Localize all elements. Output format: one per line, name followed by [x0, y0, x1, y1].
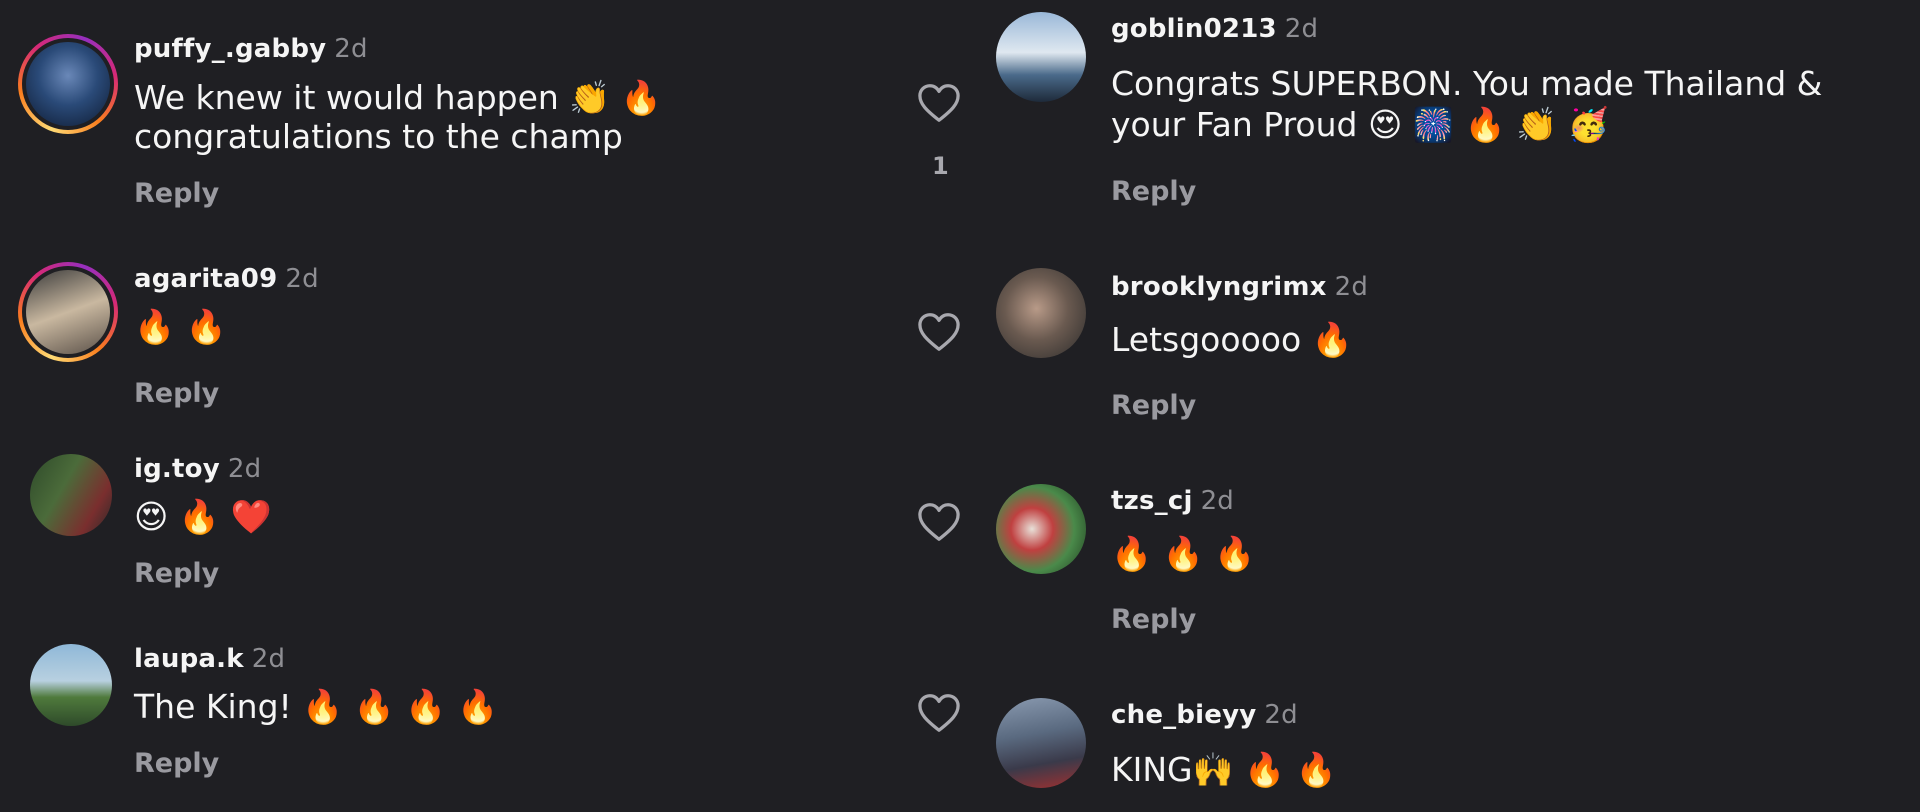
- avatar[interactable]: [26, 270, 110, 354]
- timestamp: 2d: [334, 34, 368, 64]
- username[interactable]: goblin0213 2d: [1111, 14, 1318, 44]
- avatar[interactable]: [996, 698, 1086, 788]
- comments-panel: puffy_.gabby 2d We knew it would happen 👏…: [0, 0, 1920, 812]
- timestamp: 2d: [285, 264, 319, 294]
- reply-button[interactable]: Reply: [1111, 604, 1196, 635]
- comment-text-line2: congratulations to the champ: [134, 117, 623, 156]
- timestamp: 2d: [1334, 272, 1369, 302]
- reply-button[interactable]: Reply: [1111, 390, 1196, 421]
- avatar[interactable]: [26, 42, 110, 126]
- timestamp: 2d: [1264, 700, 1298, 730]
- comment-text-line1: Letsgooooo 🔥: [1111, 320, 1353, 359]
- heart-outline-icon[interactable]: [917, 83, 961, 123]
- comment-text-line1: 🔥 🔥 🔥: [1111, 534, 1256, 573]
- timestamp: 2d: [1200, 486, 1235, 516]
- username[interactable]: tzs_cj 2d: [1111, 486, 1234, 516]
- story-ring[interactable]: [18, 34, 118, 134]
- comment-text-line1: 🔥 🔥: [134, 307, 227, 346]
- timestamp: 2d: [227, 454, 262, 484]
- username[interactable]: brooklyngrimx 2d: [1111, 272, 1368, 302]
- reply-button[interactable]: Reply: [1111, 176, 1196, 207]
- avatar[interactable]: [996, 268, 1086, 358]
- avatar[interactable]: [996, 484, 1086, 574]
- avatar[interactable]: [30, 644, 112, 726]
- reply-button[interactable]: Reply: [134, 178, 219, 209]
- timestamp: 2d: [251, 644, 286, 674]
- heart-outline-icon[interactable]: [917, 693, 961, 733]
- reply-button[interactable]: Reply: [134, 378, 219, 409]
- username[interactable]: agarita09 2d: [134, 264, 319, 294]
- avatar[interactable]: [30, 454, 112, 536]
- like-count: 1: [932, 152, 949, 180]
- comment-text-line1: Congrats SUPERBON. You made Thailand &: [1111, 64, 1823, 103]
- reply-button[interactable]: Reply: [134, 558, 219, 589]
- comment-text-line1: 😍 🔥 ❤️: [134, 497, 272, 536]
- avatar[interactable]: [996, 12, 1086, 102]
- username[interactable]: laupa.k 2d: [134, 644, 285, 674]
- reply-button[interactable]: Reply: [134, 748, 219, 779]
- username[interactable]: che_bieyy 2d: [1111, 700, 1298, 730]
- comment-text-line2: your Fan Proud 😍 🎆 🔥 👏 🥳: [1111, 105, 1609, 144]
- story-ring[interactable]: [18, 262, 118, 362]
- username[interactable]: puffy_.gabby 2d: [134, 34, 368, 64]
- comment-text-line1: KING🙌 🔥 🔥: [1111, 750, 1337, 789]
- comment-text-line1: We knew it would happen 👏 🔥: [134, 78, 662, 117]
- username[interactable]: ig.toy 2d: [134, 454, 261, 484]
- timestamp: 2d: [1284, 14, 1319, 44]
- heart-outline-icon[interactable]: [917, 502, 961, 542]
- comment-text-line1: The King! 🔥 🔥 🔥 🔥: [134, 687, 499, 726]
- heart-outline-icon[interactable]: [917, 312, 961, 352]
